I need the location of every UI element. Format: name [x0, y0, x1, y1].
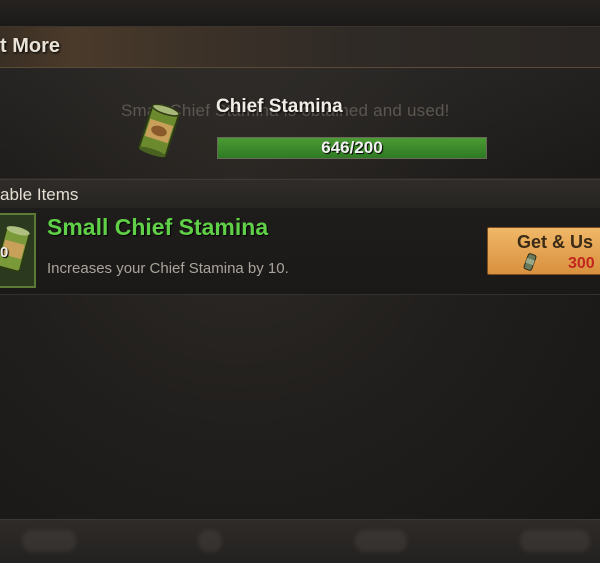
item-count: 0: [0, 244, 9, 261]
currency-can-icon: [523, 253, 537, 271]
top-strip: [0, 0, 600, 27]
cost-value: 300: [568, 255, 595, 272]
nav-tab-4[interactable]: [520, 530, 590, 552]
item-description: Increases your Chief Stamina by 10.: [47, 260, 289, 277]
bottom-nav-bar: [0, 519, 600, 563]
stamina-panel: [0, 68, 600, 179]
stamina-can-icon: [138, 103, 180, 158]
get-and-use-button[interactable]: Get & Us 300: [487, 227, 600, 275]
nav-tab-3[interactable]: [355, 530, 407, 552]
dialog-title: t More: [0, 35, 60, 57]
stamina-progress-label: 646/200: [321, 138, 383, 157]
get-and-use-label: Get & Us: [517, 232, 594, 252]
stamina-title: Chief Stamina: [216, 96, 343, 117]
nav-tab-1[interactable]: [22, 530, 76, 552]
dialog-title-bar: t More: [0, 27, 600, 68]
item-dialog: t More Small Chief Stamina is obtained a…: [0, 0, 600, 563]
item-name: Small Chief Stamina: [47, 214, 269, 240]
nav-tab-2[interactable]: [198, 530, 222, 552]
section-title: able Items: [0, 185, 79, 204]
stamina-progress-bar: 646/200: [217, 137, 487, 159]
section-header: able Items: [0, 179, 600, 209]
